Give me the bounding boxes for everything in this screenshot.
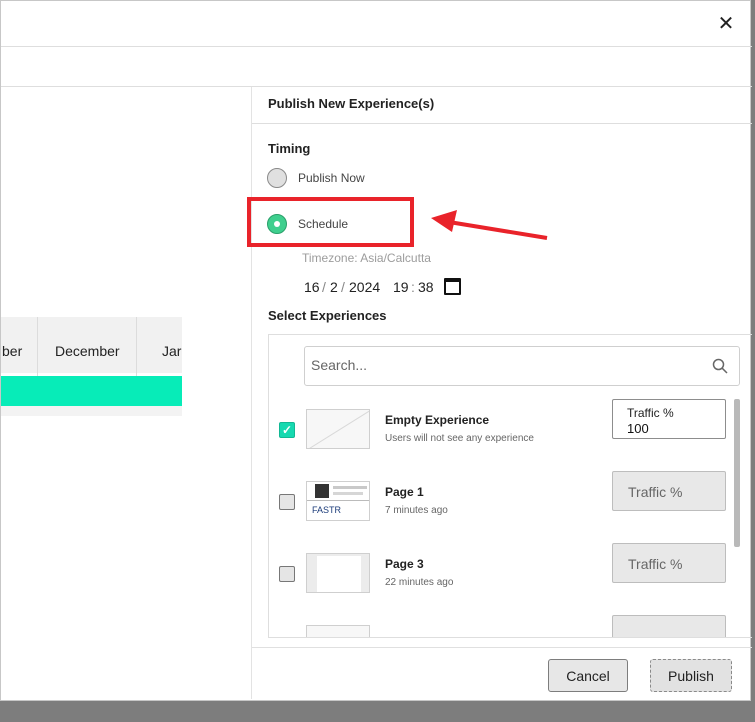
traffic-label: Traffic % xyxy=(627,406,674,420)
header-divider xyxy=(1,46,752,47)
time-minute[interactable]: 38 xyxy=(418,279,434,295)
timeline-footer xyxy=(1,406,182,416)
timezone-text: Timezone: Asia/Calcutta xyxy=(302,251,431,265)
close-icon[interactable]: ✕ xyxy=(716,13,736,35)
time-hour[interactable]: 19 xyxy=(393,279,409,295)
panel-title-divider xyxy=(252,123,752,124)
time-separator: : xyxy=(411,279,415,295)
date-day[interactable]: 16 xyxy=(304,279,320,295)
date-month[interactable]: 2 xyxy=(330,279,338,295)
list-item: ✓ Empty Experience Users will not see an… xyxy=(269,399,752,471)
thumbnail-image xyxy=(307,500,369,501)
thumbnail-image xyxy=(317,556,361,592)
list-item: Page 3 22 minutes ago Traffic % xyxy=(269,543,752,615)
experience-name: Page 3 xyxy=(385,557,424,571)
experience-thumbnail xyxy=(306,625,370,637)
thumbnail-text: FASTR xyxy=(312,505,342,515)
timeline-month: Jar xyxy=(162,343,182,359)
traffic-input[interactable] xyxy=(612,615,726,637)
calendar-icon[interactable] xyxy=(444,278,461,295)
experience-checkbox[interactable] xyxy=(279,566,295,582)
traffic-placeholder: Traffic % xyxy=(628,556,683,572)
list-scrollbar[interactable] xyxy=(734,399,740,547)
traffic-input[interactable]: Traffic % xyxy=(612,471,726,511)
traffic-input[interactable]: Traffic % xyxy=(612,543,726,583)
search-icon[interactable] xyxy=(712,358,728,374)
experience-thumbnail xyxy=(306,553,370,593)
list-item: FASTR Page 1 7 minutes ago Traffic % xyxy=(269,471,752,543)
publish-dialog: ✕ ber December Jar Publish New Experienc… xyxy=(0,0,752,701)
experience-description: Users will not see any experience xyxy=(385,433,534,444)
timeline-experience-bar[interactable] xyxy=(1,376,182,406)
traffic-input[interactable]: Traffic % 100 xyxy=(612,399,726,439)
experience-thumbnail xyxy=(306,409,370,449)
search-field[interactable] xyxy=(304,346,740,386)
thumbnail-image xyxy=(333,492,363,495)
timeline-month: December xyxy=(55,343,120,359)
timeline-month: ber xyxy=(2,343,23,359)
schedule-highlight-box xyxy=(247,197,414,247)
experience-checkbox[interactable] xyxy=(279,494,295,510)
timeline-chart: ber December Jar xyxy=(1,317,182,416)
footer-divider xyxy=(252,647,752,648)
experience-name: Empty Experience xyxy=(385,413,490,427)
select-experiences-label: Select Experiences xyxy=(268,308,387,323)
search-input[interactable] xyxy=(311,357,691,373)
date-separator: / xyxy=(322,279,326,295)
timing-label: Timing xyxy=(268,141,311,156)
experience-checkbox[interactable]: ✓ xyxy=(279,422,295,438)
traffic-placeholder: Traffic % xyxy=(628,484,683,500)
experience-description: 22 minutes ago xyxy=(385,577,454,588)
date-separator: / xyxy=(341,279,345,295)
publish-panel: Publish New Experience(s) Timing Publish… xyxy=(252,87,752,699)
panel-title: Publish New Experience(s) xyxy=(268,96,435,111)
list-item xyxy=(269,615,752,637)
timeline-pane: ber December Jar xyxy=(1,87,251,699)
experience-thumbnail: FASTR xyxy=(306,481,370,521)
traffic-value: 100 xyxy=(627,421,649,436)
date-year[interactable]: 2024 xyxy=(349,279,380,295)
cancel-button[interactable]: Cancel xyxy=(548,659,628,692)
annotation-arrow-icon xyxy=(431,210,548,240)
experience-name: Page 1 xyxy=(385,485,424,499)
publish-button[interactable]: Publish xyxy=(650,659,732,692)
publish-now-label[interactable]: Publish Now xyxy=(298,171,365,185)
publish-now-radio[interactable] xyxy=(267,168,287,188)
experience-description: 7 minutes ago xyxy=(385,505,448,516)
thumbnail-image xyxy=(333,486,367,489)
experience-list: ✓ Empty Experience Users will not see an… xyxy=(268,334,752,638)
thumbnail-image xyxy=(315,484,329,498)
